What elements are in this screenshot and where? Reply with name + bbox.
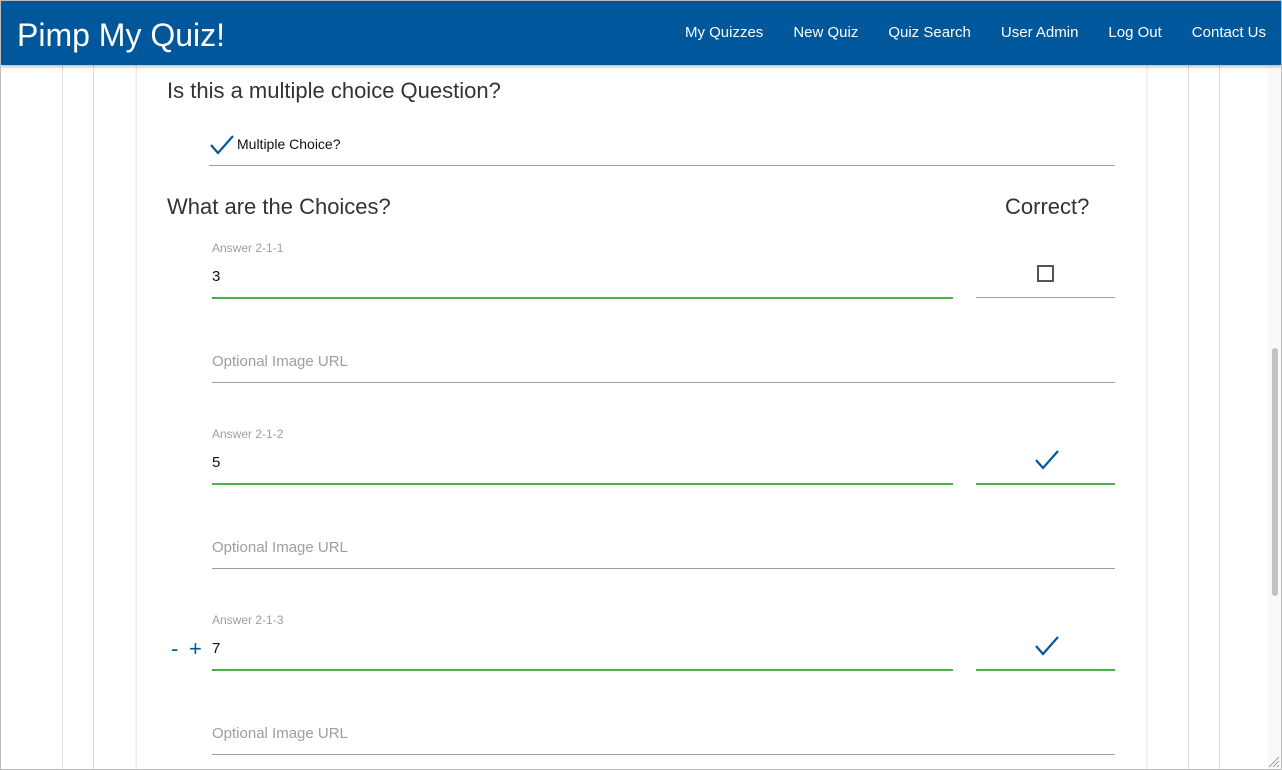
answer-1-image-url-input[interactable] [212, 350, 1112, 372]
answer-3-label: Answer 2-1-3 [212, 613, 284, 627]
answer-2-correct-check-icon[interactable] [1034, 449, 1060, 471]
answer-3-url-underline [212, 754, 1115, 755]
answer-3-input[interactable] [212, 637, 952, 659]
mc-heading: Is this a multiple choice Question? [167, 78, 501, 103]
nav-contact-us[interactable]: Contact Us [1177, 1, 1281, 65]
page-divider [1219, 65, 1220, 770]
nav-links: My Quizzes New Quiz Quiz Search User Adm… [670, 1, 1281, 65]
answer-1-url-underline [212, 382, 1115, 383]
scrollbar-thumb[interactable] [1272, 348, 1278, 596]
page-divider [93, 65, 94, 770]
multiple-choice-label[interactable]: Multiple Choice? [237, 136, 341, 152]
navbar: Pimp My Quiz! My Quizzes New Quiz Quiz S… [1, 1, 1281, 65]
answer-3-underline [212, 669, 953, 671]
multiple-choice-checkbox-checked-icon[interactable] [209, 134, 235, 156]
nav-user-admin[interactable]: User Admin [986, 1, 1094, 65]
answer-2-url-underline [212, 568, 1115, 569]
answer-1-underline [212, 297, 953, 299]
brand-logo[interactable]: Pimp My Quiz! [17, 15, 225, 55]
page-divider [62, 65, 63, 770]
answer-1-correct-checkbox[interactable] [1037, 265, 1054, 282]
answer-1-label: Answer 2-1-1 [212, 241, 284, 255]
question-card [137, 65, 1146, 770]
answer-1-input[interactable] [212, 265, 952, 287]
answer-2-input[interactable] [212, 451, 952, 473]
answer-2-label: Answer 2-1-2 [212, 427, 284, 441]
answer-3-correct-check-icon[interactable] [1034, 635, 1060, 657]
choices-heading: What are the Choices? [167, 194, 391, 219]
answer-2-underline [212, 483, 953, 485]
add-answer-button[interactable]: + [189, 638, 202, 660]
nav-my-quizzes[interactable]: My Quizzes [670, 1, 778, 65]
nav-log-out[interactable]: Log Out [1093, 1, 1176, 65]
answer-2-image-url-input[interactable] [212, 536, 1112, 558]
page-divider [1188, 65, 1189, 770]
answer-3-correct-underline [976, 669, 1115, 671]
nav-quiz-search[interactable]: Quiz Search [873, 1, 986, 65]
divider [209, 165, 1115, 166]
answer-1-correct-underline [976, 297, 1115, 298]
answer-3-image-url-input[interactable] [212, 722, 1112, 744]
resize-grip-icon[interactable] [1266, 754, 1280, 768]
nav-new-quiz[interactable]: New Quiz [778, 1, 873, 65]
remove-answer-button[interactable]: - [171, 638, 178, 660]
answer-2-correct-underline [976, 483, 1115, 485]
correct-heading: Correct? [1005, 194, 1090, 219]
